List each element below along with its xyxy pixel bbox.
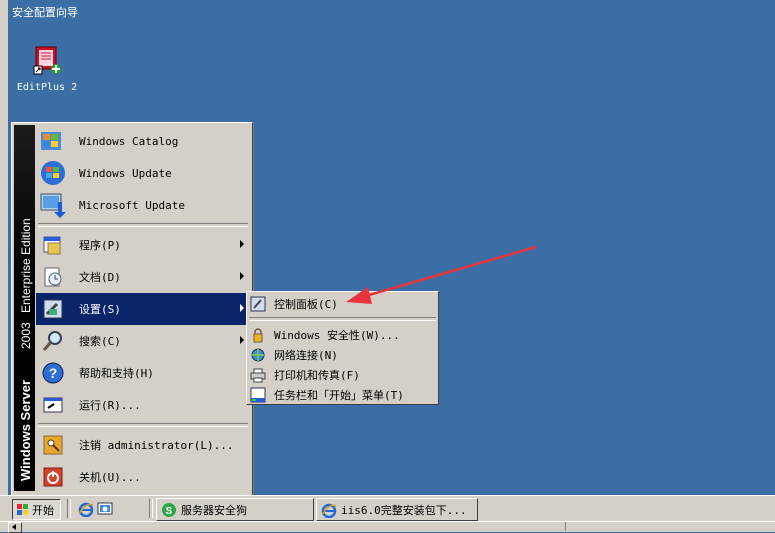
show-desktop-icon[interactable] xyxy=(97,501,113,517)
windows-flag-icon xyxy=(17,503,28,515)
banner-brand: Windows Server 2003 Enterprise Edition xyxy=(18,218,33,481)
windows-security-icon xyxy=(250,327,266,343)
menu-item-label: 运行(R)... xyxy=(79,399,141,412)
taskbar-button-label: 服务器安全狗 xyxy=(181,503,247,517)
submenu-item-label: 打印机和传真(F) xyxy=(274,369,360,382)
menu-item-label: Microsoft Update xyxy=(79,198,185,212)
svg-text:S: S xyxy=(166,506,173,517)
menu-separator xyxy=(38,423,248,427)
submenu-item-taskbar-start-menu[interactable]: 任务栏和「开始」菜单(T) xyxy=(247,385,438,405)
documents-icon xyxy=(37,261,69,293)
submenu-item-label: 控制面板(C) xyxy=(274,298,338,311)
settings-submenu: 控制面板(C) Windows 安全性(W)... 网络连接(N) 打印机和传真… xyxy=(246,291,439,405)
svg-text:2003: 2003 xyxy=(19,322,33,349)
menu-item-label: 帮助和支持(H) xyxy=(79,367,154,380)
quick-launch-separator xyxy=(149,499,153,518)
menu-item-documents[interactable]: 文档(D) xyxy=(36,261,250,293)
menu-item-windows-catalog[interactable]: Windows Catalog xyxy=(36,125,250,157)
submenu-item-control-panel[interactable]: 控制面板(C) xyxy=(247,293,438,315)
search-icon xyxy=(37,325,69,357)
menu-item-settings[interactable]: 设置(S) xyxy=(36,293,250,325)
svg-text:Windows Server: Windows Server xyxy=(18,380,33,481)
windows-update-icon xyxy=(37,157,69,189)
editplus-icon xyxy=(31,44,63,76)
submenu-item-printers-faxes[interactable]: 打印机和传真(F) xyxy=(247,365,438,385)
submenu-arrow-icon xyxy=(240,336,244,344)
ie-icon xyxy=(321,502,337,518)
menu-item-label: 设置(S) xyxy=(79,303,121,316)
quick-launch-separator xyxy=(67,499,71,518)
menu-item-label: Windows Catalog xyxy=(79,134,179,148)
horizontal-scrollbar[interactable] xyxy=(0,521,775,533)
menu-separator xyxy=(249,317,436,321)
arrow-left-icon xyxy=(12,524,16,530)
menu-item-label: 文档(D) xyxy=(79,271,121,284)
safedog-icon: S xyxy=(161,502,177,518)
ie-icon[interactable] xyxy=(78,501,94,518)
scroll-track[interactable] xyxy=(565,522,775,531)
printers-faxes-icon xyxy=(250,367,266,383)
taskbar: 开始 S 服务器安全狗 iis6.0完整安装包下... xyxy=(0,495,775,522)
submenu-item-windows-security[interactable]: Windows 安全性(W)... xyxy=(247,325,438,345)
menu-item-programs[interactable]: 程序(P) xyxy=(36,229,250,261)
desktop-icon-editplus[interactable]: EditPlus 2 xyxy=(16,44,78,93)
wizard-title: 安全配置向导 xyxy=(12,6,78,19)
start-menu: Windows Server 2003 Enterprise Edition W… xyxy=(11,122,253,496)
taskbar-button-ie[interactable]: iis6.0完整安装包下... xyxy=(316,498,478,521)
desktop-icon-label: EditPlus 2 xyxy=(16,82,78,93)
taskbar-button-safedog[interactable]: S 服务器安全狗 xyxy=(156,498,314,521)
taskbar-button-label: iis6.0完整安装包下... xyxy=(341,503,467,517)
scroll-left-button[interactable] xyxy=(8,522,22,533)
start-button-label: 开始 xyxy=(32,503,54,517)
shutdown-icon xyxy=(37,461,69,493)
windows-catalog-icon xyxy=(37,125,69,157)
submenu-item-network-connections[interactable]: 网络连接(N) xyxy=(247,345,438,365)
microsoft-update-icon xyxy=(37,189,69,221)
menu-item-run[interactable]: 运行(R)... xyxy=(36,389,250,421)
help-icon: ? xyxy=(37,357,69,389)
submenu-item-label: Windows 安全性(W)... xyxy=(274,329,400,342)
submenu-arrow-icon xyxy=(240,272,244,280)
menu-item-microsoft-update[interactable]: Microsoft Update xyxy=(36,189,250,221)
svg-text:Enterprise Edition: Enterprise Edition xyxy=(19,218,33,313)
menu-item-search[interactable]: 搜索(C) xyxy=(36,325,250,357)
submenu-arrow-icon xyxy=(240,240,244,248)
control-panel-icon xyxy=(250,296,266,312)
programs-icon xyxy=(37,229,69,261)
network-connections-icon xyxy=(250,347,266,363)
logoff-icon xyxy=(37,429,69,461)
menu-item-help[interactable]: ? 帮助和支持(H) xyxy=(36,357,250,389)
start-menu-banner: Windows Server 2003 Enterprise Edition xyxy=(14,125,35,491)
left-window-edge xyxy=(0,0,8,520)
submenu-item-label: 任务栏和「开始」菜单(T) xyxy=(274,389,404,402)
menu-separator xyxy=(38,223,248,227)
settings-icon xyxy=(37,293,69,325)
submenu-item-label: 网络连接(N) xyxy=(274,349,338,362)
svg-text:?: ? xyxy=(49,365,58,381)
taskbar-start-menu-icon xyxy=(250,387,266,403)
menu-item-shutdown[interactable]: 关机(U)... xyxy=(36,461,250,493)
menu-item-label: 搜索(C) xyxy=(79,335,121,348)
start-button[interactable]: 开始 xyxy=(12,499,61,520)
run-icon xyxy=(37,389,69,421)
submenu-arrow-icon xyxy=(240,304,244,312)
menu-item-logoff[interactable]: 注销 administrator(L)... xyxy=(36,429,250,461)
menu-item-windows-update[interactable]: Windows Update xyxy=(36,157,250,189)
menu-item-label: 程序(P) xyxy=(79,239,121,252)
menu-item-label: 注销 administrator(L)... xyxy=(79,439,234,452)
menu-item-label: 关机(U)... xyxy=(79,471,141,484)
menu-item-label: Windows Update xyxy=(79,166,172,180)
